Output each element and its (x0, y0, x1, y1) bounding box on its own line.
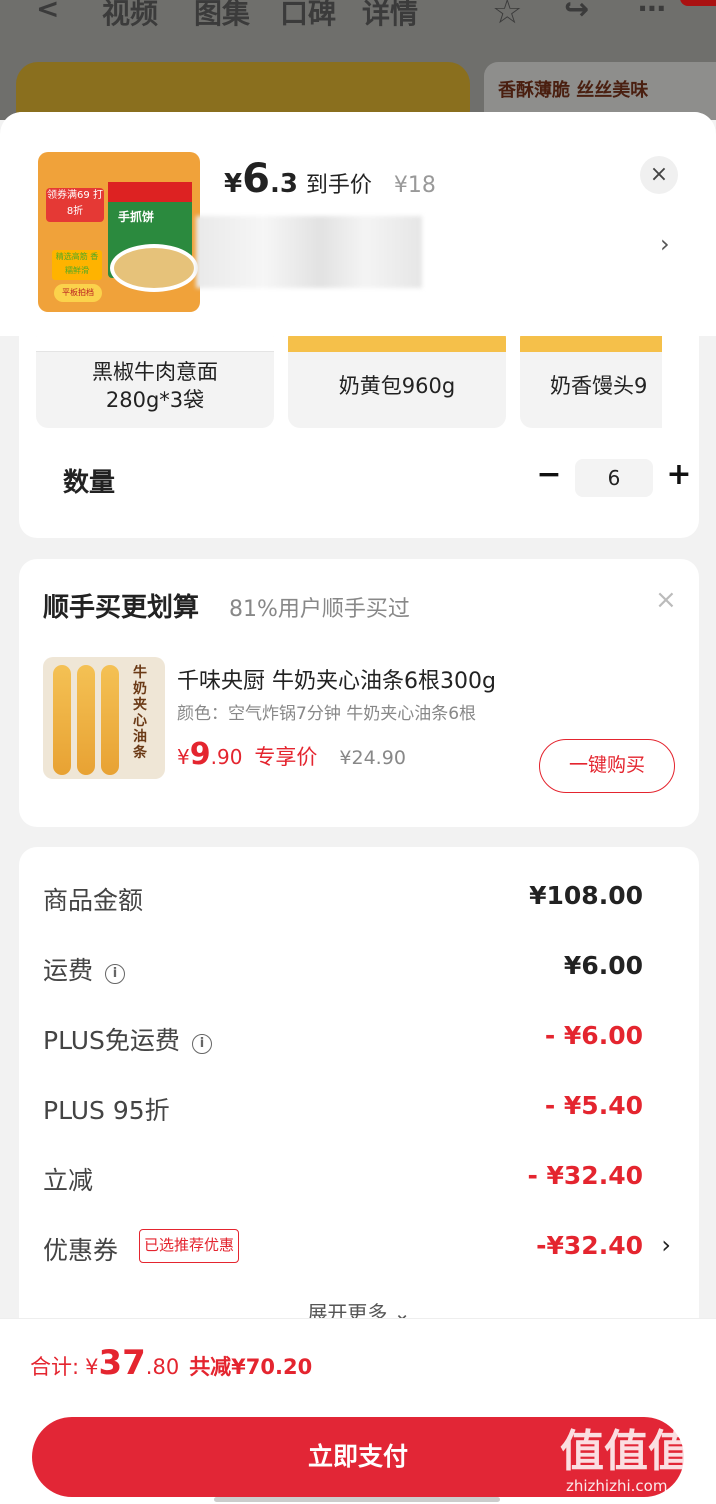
summary-row-coupon[interactable]: 优惠券 已选推荐优惠 -¥32.40 › (19, 1229, 699, 1271)
recommend-title: 顺手买更划算 (43, 593, 200, 623)
total-line: 合计: ¥37.80 共减¥70.20 (30, 1343, 312, 1383)
price-currency: ¥ (224, 169, 243, 199)
recommend-card: 顺手买更划算 81%用户顺手买过 × 牛奶夹心油条 千味央厨 牛奶夹心油条6根3… (19, 559, 699, 827)
summary-row-plus-discount: PLUS 95折 - ¥5.40 (19, 1091, 699, 1131)
original-price: ¥18 (393, 173, 436, 198)
more-icon[interactable]: ⋯ (638, 0, 666, 25)
recommend-subtitle: 81%用户顺手买过 (229, 597, 410, 622)
checkout-bar: 合计: ¥37.80 共减¥70.20 立即支付 值值值 zhizhizhi.com (0, 1318, 716, 1504)
recommend-price-tag: 专享价 (254, 745, 318, 769)
tab-details[interactable]: 详情 (362, 0, 418, 32)
price-tag: 到手价 (305, 173, 372, 198)
back-button[interactable]: < (36, 0, 59, 25)
recommend-product-image[interactable]: 牛奶夹心油条 (43, 657, 165, 779)
summary-value: - ¥5.40 (544, 1091, 643, 1120)
summary-value: ¥6.00 (563, 951, 643, 980)
thumb-bag-text: 手抓饼 (118, 210, 155, 224)
price-decimal: .3 (269, 169, 298, 199)
recommend-original-price: ¥24.90 (339, 747, 406, 769)
watermark-site: zhizhizhi.com (566, 1477, 668, 1495)
tab-reviews[interactable]: 口碑 (280, 0, 336, 32)
spec-options: 黑椒牛肉意面 280g*3袋 奶黄包960g 奶香馒头9 (36, 326, 716, 430)
recommend-product-attr: 颜色：空气炸锅7分钟 牛奶夹心油条6根 (177, 704, 477, 724)
banner-text: 香酥薄脆 丝丝美味 (498, 80, 649, 101)
summary-value: ¥108.00 (529, 881, 643, 910)
recommend-price-currency: ¥ (177, 745, 190, 769)
quantity-minus-button[interactable]: − (531, 458, 567, 494)
summary-label: 立减 (43, 1166, 94, 1195)
total-label: 合计: (30, 1355, 80, 1379)
checkout-sheet: 数量 − 6 + 黑椒牛肉意面 280g*3袋 奶黄包960g 奶香馒头9 领券… (0, 112, 716, 1504)
thumb-tag: 平板拍档 (54, 284, 102, 302)
spec-option-label: 黑椒牛肉意面 280g*3袋 (92, 360, 218, 412)
thumb-feature-tag: 精选高筋 香糯鲜滑 (52, 250, 102, 280)
recommend-image-text: 牛奶夹心油条 (133, 665, 147, 761)
summary-label: 优惠券 (43, 1236, 119, 1265)
recommend-price-integer: 9 (189, 737, 211, 772)
close-button[interactable]: × (640, 156, 678, 194)
spec-option[interactable]: 黑椒牛肉意面 280g*3袋 (36, 326, 274, 428)
one-click-buy-button[interactable]: 一键购买 (539, 739, 675, 793)
star-icon[interactable]: ☆ (492, 0, 522, 32)
recommend-close-icon[interactable]: × (655, 585, 677, 615)
home-indicator[interactable] (214, 1497, 500, 1502)
recommend-product-name[interactable]: 千味央厨 牛奶夹心油条6根300g (177, 663, 496, 695)
price-integer: 6 (242, 156, 270, 202)
thumb-coupon-tag: 领券满69 打8折 (46, 188, 104, 222)
tab-gallery[interactable]: 图集 (194, 0, 250, 32)
total-saved: 共减¥70.20 (189, 1355, 313, 1379)
summary-row-goods: 商品金额 ¥108.00 (19, 881, 699, 921)
spec-option-label: 奶香馒头9 (550, 374, 648, 398)
info-icon[interactable]: i (191, 1034, 212, 1054)
watermark-logo: 值值值 (560, 1426, 692, 1477)
share-icon[interactable]: ↪ (564, 0, 589, 27)
quantity-plus-button[interactable]: + (661, 458, 697, 494)
top-tabs: < 视频 图集 口碑 详情 ☆ ↪ ⋯ (0, 0, 716, 40)
chevron-right-icon[interactable]: › (660, 230, 670, 258)
spec-option[interactable]: 奶黄包960g (288, 326, 506, 428)
total-decimal: .80 (145, 1355, 180, 1379)
notification-badge (680, 0, 716, 6)
background-product-page: < 视频 图集 口碑 详情 ☆ ↪ ⋯ 香酥薄脆 丝丝美味 (0, 0, 716, 120)
summary-label: PLUS 95折 (43, 1096, 170, 1125)
quantity-label: 数量 (63, 468, 116, 498)
blurred-spec-text (196, 216, 422, 288)
total-currency: ¥ (85, 1355, 99, 1379)
spec-option[interactable]: 奶香馒头9 (520, 326, 662, 428)
recommend-price-decimal: .90 (210, 745, 243, 769)
total-integer: 37 (98, 1343, 146, 1383)
quantity-input[interactable]: 6 (575, 459, 653, 497)
summary-label: PLUS免运费 i (43, 1021, 212, 1057)
info-icon[interactable]: i (105, 964, 126, 984)
product-thumbnail: 领券满69 打8折 手抓饼 精选高筋 香糯鲜滑 平板拍档 (38, 152, 200, 312)
summary-row-shipping: 运费 i ¥6.00 (19, 951, 699, 991)
summary-value: - ¥6.00 (544, 1021, 643, 1050)
summary-row-plus-shipping: PLUS免运费 i - ¥6.00 (19, 1021, 699, 1061)
price-line: ¥6.3 到手价 ¥18 (224, 156, 436, 206)
summary-label: 运费 i (43, 951, 126, 987)
tab-video[interactable]: 视频 (102, 0, 158, 32)
coupon-badge: 已选推荐优惠 (139, 1229, 240, 1263)
thumb-pancake (110, 244, 198, 292)
summary-value: - ¥32.40 (527, 1161, 643, 1190)
recommend-price: ¥9.90 专享价 ¥24.90 (177, 737, 406, 772)
chevron-right-icon[interactable]: › (661, 1231, 671, 1259)
summary-row-instant-discount: 立减 - ¥32.40 (19, 1161, 699, 1201)
spec-option-label: 奶黄包960g (338, 374, 456, 398)
summary-label: 商品金额 (43, 886, 144, 915)
summary-value: -¥32.40 (536, 1231, 643, 1260)
